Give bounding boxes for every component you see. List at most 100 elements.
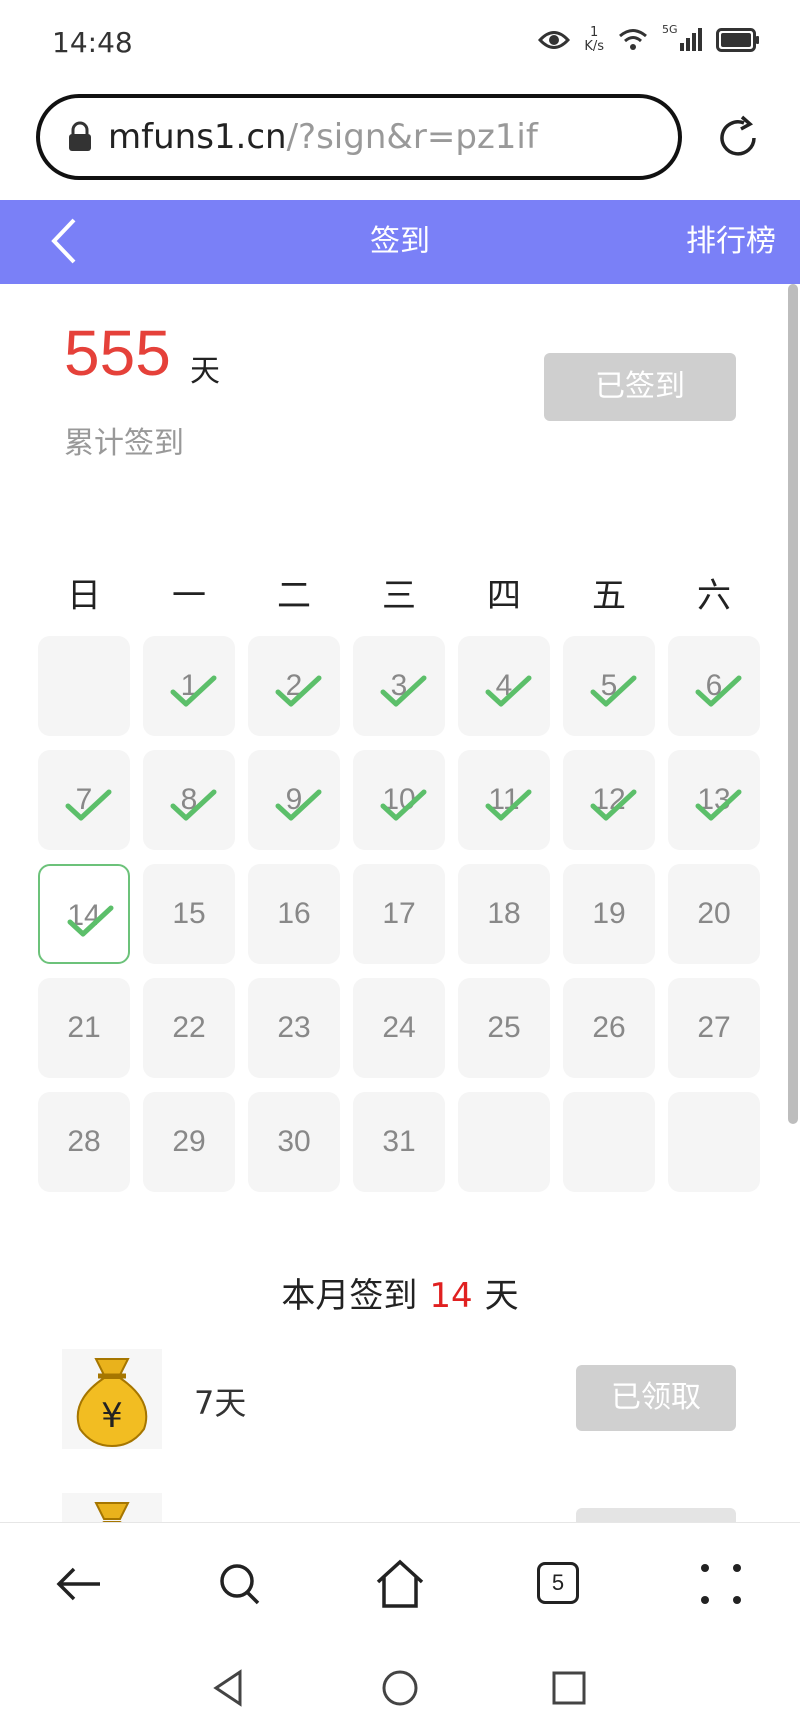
calendar-empty-cell [563,1092,655,1192]
signal-icon: 5G [662,23,702,53]
calendar-day-number: 28 [67,1125,101,1158]
checkmark-icon [380,675,427,707]
calendar-day[interactable]: 13 [668,750,760,850]
system-home-icon[interactable] [380,1668,420,1708]
calendar-day[interactable]: 29 [143,1092,235,1192]
calendar-day-number: 18 [487,897,521,930]
battery-icon [716,28,759,52]
svg-text:¥: ¥ [101,1396,123,1436]
weekday-label: 二 [277,576,311,616]
net-speed: 1 K/s [584,25,604,54]
calendar-day[interactable]: 19 [563,864,655,964]
calendar-day[interactable]: 2 [248,636,340,736]
weekday-label: 三 [382,576,416,616]
calendar-day[interactable]: 21 [38,978,130,1078]
calendar-day[interactable]: 3 [353,636,445,736]
calendar-day[interactable]: 17 [353,864,445,964]
calendar-day-number: 22 [172,1011,206,1044]
calendar-day[interactable]: 23 [248,978,340,1078]
calendar-day[interactable]: 1 [143,636,235,736]
search-icon[interactable] [212,1556,268,1612]
checkmark-icon [170,789,217,821]
url-text[interactable]: mfuns1.cn/?sign&r=pz1if [108,117,538,157]
back-arrow-icon[interactable] [52,1556,108,1612]
url-bar[interactable]: mfuns1.cn/?sign&r=pz1if [36,94,682,180]
calendar-day-number: 26 [592,1011,626,1044]
calendar-day-number: 29 [172,1125,206,1158]
checkmark-icon [380,789,427,821]
weekday-label: 日 [67,576,101,616]
calendar-day[interactable]: 27 [668,978,760,1078]
calendar-empty-cell [458,1092,550,1192]
claimed-button[interactable]: 已领取 [576,1365,736,1431]
calendar-day[interactable]: 18 [458,864,550,964]
status-icons: 1 K/s 5G [538,23,760,54]
calendar-day[interactable]: 5 [563,636,655,736]
total-days-unit: 天 [190,354,220,389]
calendar-day[interactable]: 22 [143,978,235,1078]
calendar-day[interactable]: 10 [353,750,445,850]
calendar-day[interactable]: 31 [353,1092,445,1192]
calendar-day[interactable]: 20 [668,864,760,964]
checkmark-icon [67,905,114,937]
scrollbar[interactable] [788,284,798,1124]
status-time: 14:48 [52,26,133,59]
lock-icon [69,121,91,151]
checkmark-icon [590,675,637,707]
calendar-day[interactable]: 28 [38,1092,130,1192]
total-days: 555 [64,317,171,389]
calendar-empty-cell [668,1092,760,1192]
calendar-day[interactable]: 6 [668,636,760,736]
eye-icon [538,31,571,49]
calendar-day[interactable]: 7 [38,750,130,850]
total-label: 累计签到 [64,426,184,461]
checkmark-icon [275,789,322,821]
calendar-day-number: 24 [382,1011,416,1044]
calendar-day-number: 17 [382,897,416,930]
system-back-icon[interactable] [208,1668,248,1708]
checkmark-icon [65,789,112,821]
checkmark-icon [695,789,742,821]
calendar-day[interactable]: 26 [563,978,655,1078]
calendar-day[interactable]: 15 [143,864,235,964]
calendar-day[interactable]: 4 [458,636,550,736]
month-summary: 本月签到 14 天 [281,1276,519,1316]
calendar-day[interactable]: 16 [248,864,340,964]
calendar-day-number: 27 [697,1011,731,1044]
calendar-day[interactable]: 25 [458,978,550,1078]
page-title: 签到 [370,224,430,259]
weekday-label: 四 [487,576,521,616]
checkmark-icon [485,675,532,707]
calendar-day-number: 30 [277,1125,311,1158]
home-icon[interactable] [372,1556,428,1612]
reward-label: 7天 [194,1384,247,1422]
calendar-day-number: 31 [382,1125,416,1158]
checkmark-icon [170,675,217,707]
ranking-link[interactable]: 排行榜 [686,200,776,284]
weekday-label: 六 [697,576,731,616]
tabs-button[interactable]: 5 [537,1562,579,1604]
calendar-day-number: 16 [277,897,311,930]
calendar-day-number: 15 [172,897,206,930]
system-recents-icon[interactable] [551,1670,587,1706]
checkmark-icon [275,675,322,707]
calendar-day[interactable]: 24 [353,978,445,1078]
reload-icon[interactable] [714,114,762,162]
calendar-day-number: 23 [277,1011,311,1044]
checkmark-icon [590,789,637,821]
menu-dots-icon[interactable] [693,1556,749,1612]
wifi-icon [619,29,647,50]
calendar-day[interactable]: 8 [143,750,235,850]
signed-button[interactable]: 已签到 [544,353,736,421]
weekday-label: 一 [172,576,206,616]
calendar-day-number: 25 [487,1011,521,1044]
calendar-day[interactable]: 30 [248,1092,340,1192]
calendar-day-number: 20 [697,897,731,930]
checkmark-icon [485,789,532,821]
calendar-day[interactable]: 14 [38,864,130,964]
checkmark-icon [695,675,742,707]
calendar-day[interactable]: 11 [458,750,550,850]
weekday-label: 五 [592,576,626,616]
calendar-day[interactable]: 12 [563,750,655,850]
calendar-day[interactable]: 9 [248,750,340,850]
